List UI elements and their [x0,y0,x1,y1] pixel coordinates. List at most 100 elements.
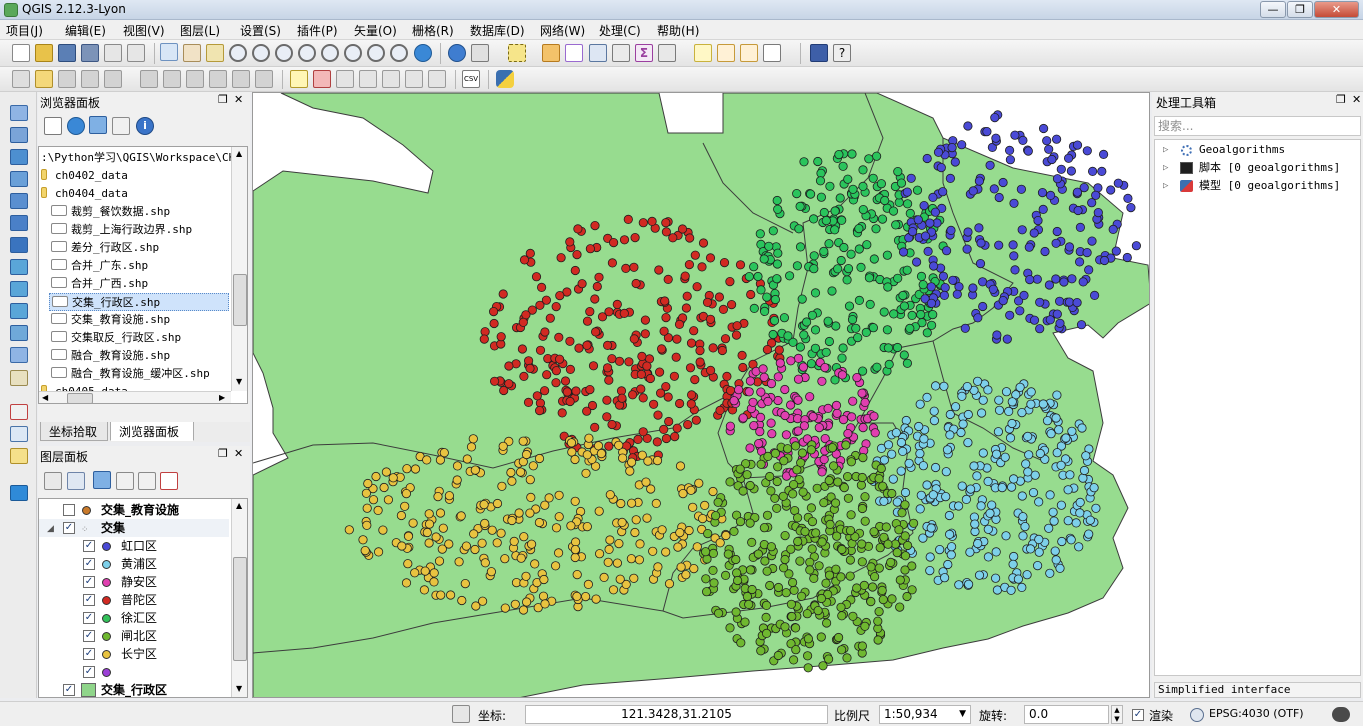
remove-layer-icon[interactable] [160,472,178,490]
layer-visibility-checkbox[interactable] [63,504,75,516]
menu-vector[interactable]: 矢量(O) [354,22,397,39]
browser-item[interactable]: 融合_教育设施.shp [49,347,170,365]
add-selected-layer-icon[interactable] [44,117,62,135]
node-tool-icon[interactable] [140,70,158,88]
measure-icon[interactable] [658,44,676,62]
add-postgis-layer-icon[interactable] [10,149,28,165]
layer-visibility-checkbox[interactable]: ✓ [83,594,95,606]
menu-database[interactable]: 数据库(D) [470,22,525,39]
deselect-icon[interactable] [542,44,560,62]
close-panel-icon[interactable]: ✕ [234,93,243,106]
hscroll-thumb[interactable] [67,393,93,403]
zoom-selection-icon[interactable] [321,44,339,62]
add-wcs-layer-icon[interactable] [10,281,28,297]
browser-scrollbar[interactable]: ▲ ▼ [231,147,247,391]
menu-layer[interactable]: 图层(L) [180,22,220,39]
layer-visibility-checkbox[interactable]: ✓ [83,648,95,660]
statistics-sigma-icon[interactable]: Σ [635,44,653,62]
zoom-native-icon[interactable] [275,44,293,62]
zoom-full-icon[interactable] [298,44,316,62]
add-wfs-layer-icon[interactable] [10,303,28,319]
scroll-left-icon[interactable]: ◀ [42,393,48,402]
new-bookmark-icon[interactable] [717,44,735,62]
layer-visibility-checkbox[interactable]: ✓ [83,540,95,552]
scroll-right-icon[interactable]: ▶ [219,393,225,402]
browser-item[interactable]: 裁剪_上海行政边界.shp [49,221,192,239]
expand-arrow-icon[interactable]: ▷ [1163,177,1168,195]
minimize-button[interactable]: — [1260,1,1286,18]
layer-labeling-icon[interactable] [313,70,331,88]
zoom-in-icon[interactable] [229,44,247,62]
layer-row[interactable]: ✓ 交集_行政区 [39,681,229,697]
close-button[interactable]: ✕ [1314,1,1359,18]
add-mssql-layer-icon[interactable] [10,193,28,209]
browser-item[interactable]: 交集_行政区.shp [49,293,229,311]
show-hide-labels-icon[interactable] [359,70,377,88]
rotation-stepper[interactable]: ▲ ▼ [1111,705,1123,724]
print-composer-icon[interactable] [104,44,122,62]
save-as-icon[interactable] [81,44,99,62]
map-canvas[interactable] [252,92,1150,698]
current-edits-icon[interactable] [12,70,30,88]
map-svg[interactable] [253,93,1150,698]
layer-visibility-checkbox[interactable]: ✓ [63,522,75,534]
paste-features-icon[interactable] [255,70,273,88]
menu-processing[interactable]: 处理(C) [599,22,641,39]
layer-row[interactable]: ✓ 黄浦区 [39,555,229,573]
filter-icon[interactable] [89,116,107,134]
scale-select[interactable]: 1:50,934 ▼ [879,705,971,724]
attribute-table-icon[interactable] [589,44,607,62]
layer-visibility-checkbox[interactable]: ✓ [83,558,95,570]
browser-item[interactable]: ch0402_data [39,167,128,185]
menu-settings[interactable]: 设置(S) [240,22,281,39]
menu-edit[interactable]: 编辑(E) [65,22,106,39]
field-calculator-icon[interactable] [612,44,630,62]
layer-row[interactable]: ✓ 闸北区 [39,627,229,645]
add-raster-layer-icon[interactable] [10,127,28,143]
menu-view[interactable]: 视图(V) [123,22,165,39]
menu-project[interactable]: 项目(J) [6,22,43,39]
browser-item[interactable]: ch0404_data [39,185,128,203]
zoom-layer-icon[interactable] [344,44,362,62]
open-project-icon[interactable] [35,44,53,62]
scroll-down-icon[interactable]: ▼ [236,684,242,693]
zoom-last-icon[interactable] [367,44,385,62]
csv-import-icon[interactable]: CSV [462,70,480,88]
pan-hand-icon[interactable] [183,44,201,62]
vector-edit-icon[interactable] [10,448,28,464]
layer-row[interactable]: ✓ 虹口区 [39,537,229,555]
menu-help[interactable]: 帮助(H) [657,22,699,39]
python-console-icon[interactable] [496,70,514,88]
copy-features-icon[interactable] [232,70,250,88]
tab-coordinate-capture[interactable]: 坐标拾取 [40,422,108,441]
whats-this-icon[interactable]: ? [833,44,851,62]
pin-labels-icon[interactable] [336,70,354,88]
gps-tool-icon[interactable] [10,426,28,442]
float-panel-icon[interactable]: ❐ [218,447,228,460]
save-project-icon[interactable] [58,44,76,62]
rotation-spinbox[interactable]: 0.0 [1024,705,1109,724]
show-bookmarks-icon[interactable] [740,44,758,62]
move-feature-icon[interactable] [104,70,122,88]
float-panel-icon[interactable]: ❐ [1336,93,1346,106]
rotate-label-icon[interactable] [405,70,423,88]
pan-to-selection-icon[interactable] [206,44,224,62]
identify-icon[interactable] [448,44,466,62]
float-panel-icon[interactable]: ❐ [218,93,228,106]
composer-manager-icon[interactable] [127,44,145,62]
add-feature-icon[interactable] [81,70,99,88]
layer-visibility-checkbox[interactable]: ✓ [63,684,75,696]
messages-icon[interactable] [1332,707,1350,722]
action-icon[interactable] [471,44,489,62]
add-wms-layer-icon[interactable] [10,259,28,275]
browser-item[interactable]: 交集_教育设施.shp [49,311,170,329]
text-annotation-icon[interactable] [763,44,781,62]
browser-item[interactable]: 融合_教育设施_缓冲区.shp [49,365,210,383]
layer-row[interactable]: ◢ ✓ ⁘ 交集 [39,519,229,537]
select-pan-icon[interactable] [160,43,178,61]
browser-item[interactable]: 裁剪_餐饮数据.shp [49,203,170,221]
expand-arrow-icon[interactable]: ▷ [1163,159,1168,177]
manage-visibility-eye-icon[interactable] [67,472,85,490]
layers-scrollbar[interactable]: ▲ ▼ [231,499,247,697]
scroll-down-icon[interactable]: ▼ [236,377,242,386]
